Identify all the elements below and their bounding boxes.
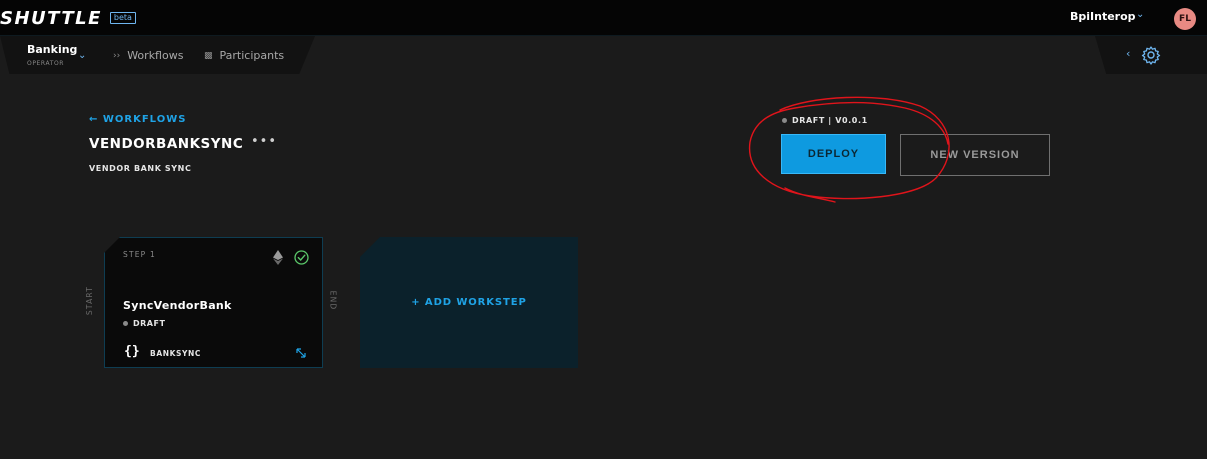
add-workstep-label: + ADD WORKSTEP [411, 297, 527, 308]
check-circle-icon [294, 250, 309, 265]
nav-bar: Banking OPERATOR ⌄ ›› Workflows ▩ Partic… [0, 36, 1207, 74]
context-title[interactable]: Banking [27, 43, 77, 56]
app-logo[interactable]: SHUTTLE beta [0, 6, 136, 30]
nav-item-label: Workflows [127, 49, 184, 62]
step-name: SyncVendorBank [123, 299, 232, 312]
chevron-down-icon[interactable]: ⌄ [1136, 9, 1144, 20]
braces-icon: {} [124, 344, 140, 359]
top-bar: SHUTTLE beta BpiInterop ⌄ FL [0, 0, 1207, 36]
participants-icon: ▩ [204, 50, 213, 61]
double-chevron-icon: ›› [113, 50, 121, 61]
workflow-subtitle: VENDOR BANK SYNC [89, 164, 192, 173]
arrow-left-icon: ← [89, 114, 99, 125]
step-status: DRAFT [123, 319, 165, 328]
step-status-text: DRAFT [133, 319, 166, 328]
chevron-left-icon[interactable]: ‹ [1126, 47, 1130, 60]
beta-badge: beta [109, 12, 136, 24]
add-workstep-card[interactable]: + ADD WORKSTEP [360, 237, 578, 368]
back-to-workflows-link[interactable]: ← WORKFLOWS [89, 114, 186, 125]
ethereum-icon [273, 250, 283, 265]
gear-icon[interactable] [1141, 45, 1161, 65]
nav-item-label: Participants [219, 49, 285, 62]
deploy-button[interactable]: DEPLOY [781, 134, 886, 174]
logo-text: SHUTTLE [0, 7, 102, 29]
user-avatar[interactable]: FL [1174, 8, 1196, 30]
back-link-label: WORKFLOWS [102, 114, 187, 125]
more-options-icon[interactable]: ••• [251, 134, 277, 149]
end-label: END [328, 290, 338, 311]
status-dot-icon [123, 321, 128, 326]
expand-icon[interactable] [296, 348, 306, 358]
workflow-title: VENDORBANKSYNC [89, 136, 244, 152]
nav-item-workflows[interactable]: ›› Workflows [113, 49, 183, 62]
nav-item-participants[interactable]: ▩ Participants [204, 49, 284, 62]
new-version-button[interactable]: NEW VERSION [900, 134, 1050, 176]
start-label: START [85, 285, 95, 316]
workstep-card[interactable]: STEP 1 SyncVendorBank DRAFT {} BANKSYNC [104, 237, 323, 368]
org-selector-label[interactable]: BpiInterop [1070, 10, 1136, 23]
context-subtitle: OPERATOR [27, 60, 65, 67]
workflow-status: DRAFT | V0.0.1 [782, 116, 868, 125]
status-text: DRAFT | V0.0.1 [792, 116, 868, 125]
step-type-label: BANKSYNC [150, 349, 202, 358]
chevron-down-icon[interactable]: ⌄ [78, 50, 86, 61]
step-number: STEP 1 [123, 250, 156, 259]
status-dot-icon [782, 118, 787, 123]
